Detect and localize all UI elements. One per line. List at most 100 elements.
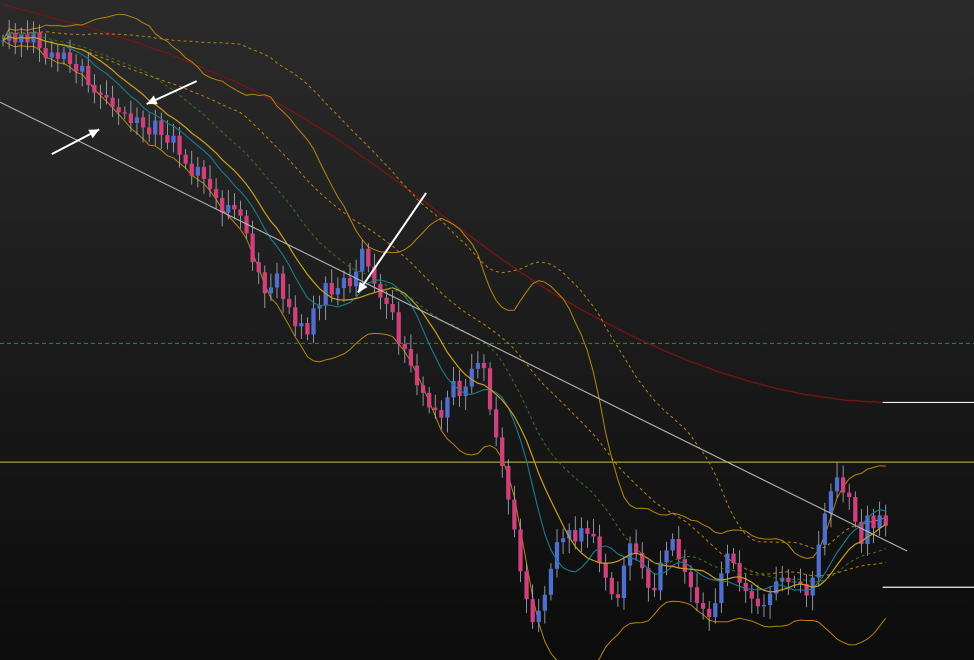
candle-body	[360, 248, 365, 272]
candle-body	[822, 513, 827, 545]
candle-body	[414, 365, 420, 386]
candle-body	[579, 528, 584, 542]
candle-body	[548, 568, 554, 595]
candle-body	[445, 397, 450, 418]
candle-body	[366, 248, 371, 267]
candle-body	[37, 32, 42, 49]
candle-body	[268, 287, 274, 294]
candle-body	[652, 587, 657, 591]
candle-body	[329, 283, 334, 295]
candle-body	[134, 117, 140, 124]
candle-body	[554, 542, 560, 569]
candle-body	[280, 273, 286, 299]
candle-body	[159, 120, 164, 136]
candle-body	[140, 117, 146, 128]
candle-body	[390, 304, 395, 313]
candle-body	[232, 204, 237, 210]
candle-body	[73, 63, 79, 72]
candle-body	[853, 497, 858, 522]
candle-body	[828, 491, 834, 514]
candle-body	[262, 272, 267, 294]
candle-body	[238, 209, 243, 216]
candle-body	[195, 166, 200, 176]
candle-body	[49, 52, 54, 58]
candle-body	[792, 581, 797, 583]
candle-body	[560, 538, 566, 543]
candle-body	[682, 559, 687, 572]
candle-body	[664, 550, 669, 563]
candle-body	[439, 410, 444, 418]
candle-body	[104, 95, 109, 98]
candle-body	[524, 571, 529, 600]
candle-body	[512, 499, 517, 530]
candle-body	[250, 233, 255, 263]
candle-body	[816, 544, 821, 578]
candle-body	[615, 594, 621, 599]
candle-body	[481, 363, 487, 369]
candle-body	[147, 127, 152, 135]
candle-body	[725, 553, 730, 574]
candle-body	[621, 565, 627, 599]
candle-body	[226, 204, 231, 213]
candle-body	[384, 297, 389, 305]
candle-body	[573, 530, 578, 542]
candle-body	[293, 307, 298, 327]
candle-body	[122, 112, 127, 114]
candle-body	[847, 492, 852, 498]
candle-body	[871, 515, 876, 529]
candle-body	[189, 163, 194, 176]
candle-body	[731, 553, 736, 564]
candle-body	[165, 135, 170, 143]
candle-body	[177, 135, 182, 155]
candle-body	[153, 120, 158, 135]
candle-body	[469, 368, 474, 387]
candle-body	[341, 277, 347, 289]
candle-body	[207, 178, 213, 190]
candle-body	[0, 40, 6, 42]
candle-body	[761, 604, 767, 607]
candle-body	[603, 562, 608, 578]
candle-body	[183, 154, 188, 164]
candle-body	[463, 386, 468, 397]
candle-body	[402, 344, 407, 350]
candle-body	[98, 92, 103, 96]
candle-body	[609, 577, 614, 595]
candle-body	[335, 288, 340, 295]
candle-body	[408, 349, 414, 366]
candle-body	[743, 582, 748, 592]
candle-body	[67, 52, 73, 64]
candle-body	[305, 323, 310, 335]
candle-body	[43, 48, 48, 58]
candle-body	[420, 385, 426, 393]
candle-body	[347, 277, 353, 287]
candle-body	[433, 407, 438, 411]
candle-body	[55, 52, 60, 59]
candle-body	[299, 323, 304, 327]
candle-body	[676, 538, 681, 560]
candle-body	[80, 65, 85, 72]
candle-body	[500, 437, 505, 466]
candle-body	[201, 166, 207, 179]
candle-body	[171, 135, 176, 143]
candle-body	[128, 113, 134, 124]
candle-body	[694, 587, 700, 604]
candle-body	[427, 392, 432, 408]
candle-body	[475, 363, 480, 369]
candle-body	[110, 97, 115, 108]
candle-body	[755, 598, 761, 607]
chart-background	[0, 0, 974, 660]
candle-body	[396, 312, 401, 345]
candle-body	[767, 593, 773, 605]
candle-body	[506, 465, 511, 500]
candle-body	[494, 409, 499, 438]
candle-body	[834, 477, 840, 492]
chart-canvas[interactable]	[0, 0, 974, 660]
price-chart[interactable]	[0, 0, 974, 660]
candle-body	[646, 568, 651, 588]
candle-body	[61, 52, 67, 59]
candle-body	[749, 591, 754, 599]
candle-body	[287, 298, 292, 308]
candle-body	[530, 599, 535, 623]
candle-body	[92, 84, 97, 93]
candle-body	[840, 477, 846, 493]
